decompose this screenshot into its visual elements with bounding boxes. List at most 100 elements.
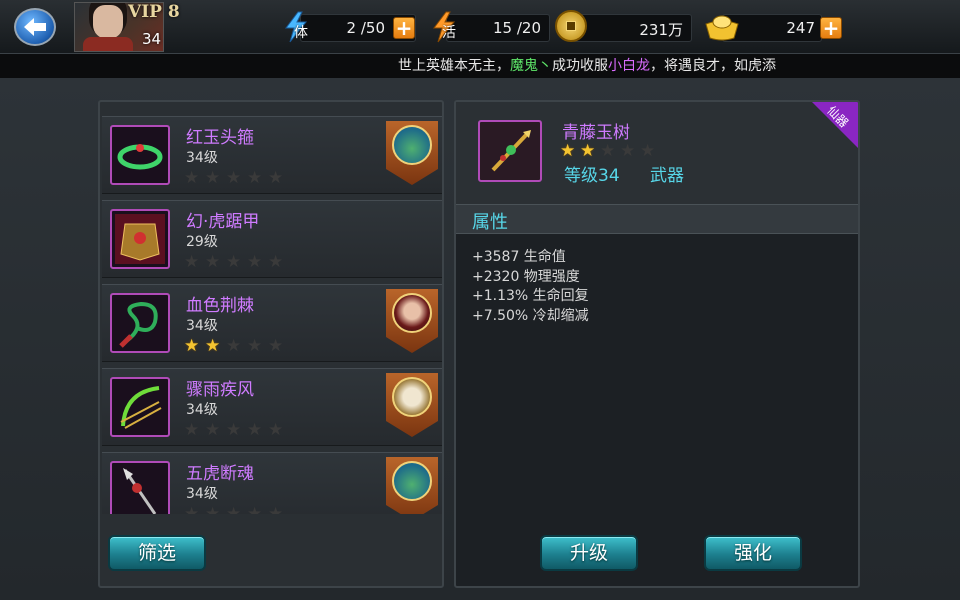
equipment-name: 五虎断魂 (186, 464, 254, 484)
ticker-hero-name: 小白龙 (608, 58, 650, 74)
energy-value: 15 /20 (493, 19, 541, 37)
enhance-button[interactable]: 强化 (704, 535, 802, 571)
star-icon: ★ (268, 336, 284, 356)
gold-value: 247 (786, 19, 815, 37)
ticker-player-name: 魔鬼丶 (510, 58, 552, 74)
coin-icon (555, 10, 587, 42)
green-bow-icon (110, 377, 170, 437)
back-arrow-icon (24, 18, 46, 36)
energy-icon: 活 (428, 10, 462, 44)
star-icon: ★ (205, 252, 221, 272)
equipment-stars: ★ ★ ★ ★ ★ (184, 337, 286, 355)
equipment-list[interactable]: 红玉头箍 34级 ★ ★ ★ ★ ★ 幻·虎踞甲 29级 ★ ★ ★ ★ ★ 血色荆棘 34级 ★ ★ ★ ★ ★ 骤雨疾… (102, 116, 442, 514)
star-icon: ★ (205, 336, 221, 356)
ticker-text: 世上英雄本无主，魔鬼丶成功收服小白龙，将遇良才，如虎添 (398, 54, 810, 78)
equipment-level: 34级 (186, 402, 218, 418)
star-icon: ★ (184, 252, 200, 272)
spear-icon (110, 461, 170, 514)
star-icon: ★ (247, 168, 263, 188)
star-icon: ★ (640, 141, 656, 161)
detail-type: 武器 (650, 166, 684, 186)
star-icon: ★ (184, 420, 200, 440)
announcement-ticker: 世上英雄本无主，魔鬼丶成功收服小白龙，将遇良才，如虎添 (0, 54, 960, 78)
equipped-hero-badge[interactable] (386, 121, 438, 185)
attributes-title: 属性 (472, 212, 508, 233)
equipped-hero-badge[interactable] (386, 457, 438, 514)
back-button[interactable] (14, 8, 56, 46)
star-icon: ★ (226, 420, 242, 440)
equipment-level: 34级 (186, 318, 218, 334)
stamina-plus-button[interactable]: + (393, 17, 415, 39)
star-icon: ★ (247, 336, 263, 356)
star-icon: ★ (184, 504, 200, 514)
star-icon: ★ (268, 420, 284, 440)
equipment-list-item[interactable]: 骤雨疾风 34级 ★ ★ ★ ★ ★ (102, 368, 442, 446)
equipment-list-item[interactable]: 血色荆棘 34级 ★ ★ ★ ★ ★ (102, 284, 442, 362)
equipment-list-item[interactable]: 红玉头箍 34级 ★ ★ ★ ★ ★ (102, 116, 442, 194)
coins-bar: 231万 (572, 14, 692, 42)
star-icon: ★ (580, 141, 596, 161)
attribute-line: +3587 生命值 (472, 249, 566, 265)
star-icon: ★ (205, 420, 221, 440)
filter-button[interactable]: 筛选 (108, 535, 206, 571)
detail-stars: ★ ★ ★ ★ ★ (560, 142, 658, 160)
ticker-part-2: 成功收服 (552, 58, 608, 74)
thorn-whip-icon (110, 293, 170, 353)
tiger-armor-icon (110, 209, 170, 269)
top-bar: VIP 8 34 2 /50 体 + 15 /20 活 231万 247 + (0, 0, 960, 54)
gold-plus-button[interactable]: + (820, 17, 842, 39)
attributes-header: 属性 (456, 204, 858, 234)
star-icon: ★ (226, 504, 242, 514)
ticker-part-3: ，将遇良才，如虎添 (650, 58, 776, 74)
star-icon: ★ (247, 504, 263, 514)
jade-ring-icon (110, 125, 170, 185)
ticker-part-1: 世上英雄本无主， (398, 58, 510, 74)
star-icon: ★ (205, 168, 221, 188)
detail-header: 青藤玉树 ★ ★ ★ ★ ★ 等级34 武器 仙器 (456, 102, 858, 204)
attribute-line: +2320 物理强度 (472, 268, 580, 285)
star-icon: ★ (560, 141, 576, 161)
equipment-list-panel: 红玉头箍 34级 ★ ★ ★ ★ ★ 幻·虎踞甲 29级 ★ ★ ★ ★ ★ 血色荆棘 34级 ★ ★ ★ ★ ★ 骤雨疾… (98, 100, 444, 588)
attribute-line: +7.50% 冷却缩减 (472, 307, 589, 324)
star-icon: ★ (247, 252, 263, 272)
detail-level: 等级34 (564, 166, 620, 186)
star-icon: ★ (620, 141, 636, 161)
star-icon: ★ (226, 252, 242, 272)
equipment-detail-panel: 青藤玉树 ★ ★ ★ ★ ★ 等级34 武器 仙器 属性 +3587 生命值 +2320 … (454, 100, 860, 588)
monk-hero-portrait (392, 377, 432, 417)
energy-label: 活 (442, 25, 456, 41)
star-icon: ★ (247, 420, 263, 440)
female-hero-portrait (392, 293, 432, 333)
attribute-line: +1.13% 生命回复 (472, 288, 589, 304)
star-icon: ★ (205, 504, 221, 514)
star-icon: ★ (268, 504, 284, 514)
star-icon: ★ (268, 168, 284, 188)
detail-item-name: 青藤玉树 (562, 123, 630, 143)
equipment-stars: ★ ★ ★ ★ ★ (184, 253, 286, 271)
equipped-hero-badge[interactable] (386, 373, 438, 437)
stamina-label: 体 (294, 25, 308, 41)
equipment-level: 34级 (186, 150, 218, 166)
avatar-face (93, 5, 123, 39)
stamina-value: 2 /50 (346, 19, 385, 37)
equipment-stars: ★ ★ ★ ★ ★ (184, 505, 286, 514)
star-icon: ★ (184, 168, 200, 188)
equipment-name: 红玉头箍 (186, 128, 254, 148)
equipment-list-item[interactable]: 幻·虎踞甲 29级 ★ ★ ★ ★ ★ (102, 200, 442, 278)
vip-label[interactable]: VIP 8 (128, 2, 180, 22)
equipment-stars: ★ ★ ★ ★ ★ (184, 169, 286, 187)
upgrade-button[interactable]: 升级 (540, 535, 638, 571)
equipped-hero-badge[interactable] (386, 289, 438, 353)
equipment-name: 血色荆棘 (186, 296, 254, 316)
star-icon: ★ (226, 168, 242, 188)
dragon-hero-portrait (392, 461, 432, 501)
star-icon: ★ (600, 141, 616, 161)
equipment-stars: ★ ★ ★ ★ ★ (184, 421, 286, 439)
avatar-body (83, 37, 133, 51)
equipment-list-item[interactable]: 五虎断魂 34级 ★ ★ ★ ★ ★ (102, 452, 442, 514)
equipment-level: 29级 (186, 234, 218, 250)
player-level: 34 (142, 30, 162, 48)
stamina-icon: 体 (280, 10, 314, 44)
equipment-name: 幻·虎踞甲 (186, 212, 260, 232)
dragon-hero-portrait (392, 125, 432, 165)
